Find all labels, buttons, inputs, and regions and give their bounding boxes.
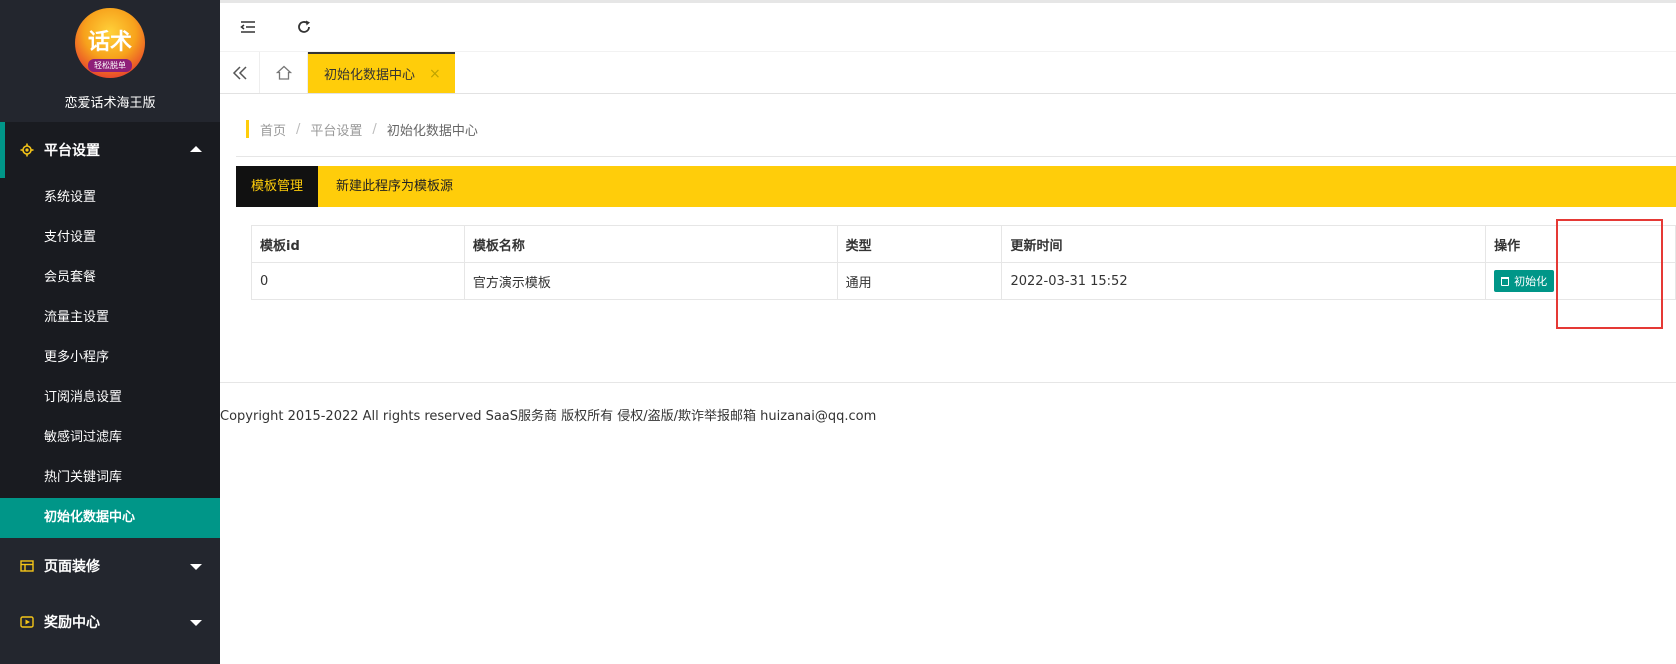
- menu-collapse-icon[interactable]: [220, 3, 276, 52]
- home-icon[interactable]: [260, 52, 308, 93]
- table-row: 0 官方演示模板 通用 2022-03-31 15:52 初始化: [251, 262, 1676, 300]
- sidebar-item-membership-plans[interactable]: 会员套餐: [0, 258, 220, 298]
- cell-actions: 初始化: [1485, 262, 1676, 300]
- sidebar-item-init-data-center[interactable]: 初始化数据中心: [0, 498, 220, 538]
- sidebar-group-label: 平台设置: [44, 143, 100, 159]
- footer-copyright: Copyright 2015-2022 All rights reserved …: [220, 409, 877, 424]
- sidebar-group-reward-center[interactable]: 奖励中心: [0, 594, 220, 650]
- sidebar-group-platform-settings[interactable]: 平台设置: [0, 122, 220, 178]
- tab-init-data-center[interactable]: 初始化数据中心 ×: [308, 52, 455, 93]
- cell-type: 通用: [836, 262, 1003, 300]
- refresh-icon[interactable]: [276, 3, 332, 52]
- submenu-platform-settings: 系统设置 支付设置 会员套餐 流量主设置 更多小程序 订阅消息设置 敏感词过滤库…: [0, 178, 220, 538]
- template-management-tab[interactable]: 模板管理: [236, 166, 319, 207]
- breadcrumb-home[interactable]: 首页: [260, 120, 286, 139]
- column-header-actions: 操作: [1485, 225, 1676, 263]
- sidebar-group-label: 页面装修: [44, 559, 100, 575]
- column-header-id: 模板id: [251, 225, 465, 263]
- create-template-source-button[interactable]: 新建此程序为模板源: [318, 166, 471, 207]
- top-header: [220, 0, 1676, 52]
- sidebar-item-sensitive-words[interactable]: 敏感词过滤库: [0, 418, 220, 458]
- column-header-name: 模板名称: [463, 225, 838, 263]
- caret-down-icon: [190, 620, 202, 626]
- sidebar-group-page-decoration[interactable]: 页面装修: [0, 538, 220, 594]
- caret-up-icon: [190, 146, 202, 152]
- sidebar-item-payment-settings[interactable]: 支付设置: [0, 218, 220, 258]
- layout-icon: [20, 559, 34, 573]
- tab-bar: 初始化数据中心 ×: [220, 52, 1676, 94]
- footer-divider: [220, 382, 1676, 383]
- cell-id: 0: [251, 262, 465, 300]
- template-table: 模板id 模板名称 类型 更新时间 操作 0 官方演示模板 通用 2022-03…: [251, 225, 1676, 300]
- app-name: 恋爱话术海王版: [64, 96, 156, 111]
- divider: [236, 156, 1676, 157]
- cell-updated: 2022-03-31 15:52: [1001, 262, 1487, 300]
- app-logo[interactable]: 话术 轻松脱单: [75, 8, 145, 78]
- table-header-row: 模板id 模板名称 类型 更新时间 操作: [251, 225, 1676, 263]
- breadcrumb-separator: /: [372, 121, 377, 137]
- close-icon[interactable]: ×: [429, 66, 441, 82]
- trash-icon: [1501, 276, 1510, 286]
- tab-label: 初始化数据中心: [324, 68, 416, 83]
- breadcrumb: 首页 / 平台设置 / 初始化数据中心: [246, 120, 1676, 139]
- initialize-button[interactable]: 初始化: [1494, 270, 1555, 292]
- cell-name: 官方演示模板: [463, 262, 838, 300]
- column-header-type: 类型: [836, 225, 1003, 263]
- logo-area: 话术 轻松脱单 恋爱话术海王版: [0, 0, 220, 122]
- breadcrumb-current: 初始化数据中心: [386, 123, 478, 139]
- initialize-button-label: 初始化: [1514, 275, 1548, 288]
- sidebar-item-system-settings[interactable]: 系统设置: [0, 178, 220, 218]
- logo-text: 话术: [87, 30, 132, 55]
- logo-subtext: 轻松脱单: [88, 59, 132, 72]
- play-icon: [20, 615, 34, 629]
- breadcrumb-platform-settings[interactable]: 平台设置: [310, 120, 362, 139]
- gear-icon: [20, 143, 34, 157]
- caret-down-icon: [190, 564, 202, 570]
- double-chevron-left-icon[interactable]: [220, 52, 260, 93]
- sidebar-item-subscription-messages[interactable]: 订阅消息设置: [0, 378, 220, 418]
- sidebar-group-label: 奖励中心: [44, 615, 100, 631]
- sidebar-item-more-miniprograms[interactable]: 更多小程序: [0, 338, 220, 378]
- breadcrumb-separator: /: [296, 121, 301, 137]
- toolbar: 模板管理 新建此程序为模板源: [236, 166, 1676, 207]
- main-content: 首页 / 平台设置 / 初始化数据中心 模板管理 新建此程序为模板源 模板id …: [220, 94, 1676, 664]
- sidebar: 话术 轻松脱单 恋爱话术海王版 平台设置 系统设置 支付设置 会员套餐 流量主设…: [0, 0, 220, 664]
- sidebar-item-traffic-owner[interactable]: 流量主设置: [0, 298, 220, 338]
- sidebar-item-hot-keywords[interactable]: 热门关键词库: [0, 458, 220, 498]
- column-header-updated: 更新时间: [1001, 225, 1487, 263]
